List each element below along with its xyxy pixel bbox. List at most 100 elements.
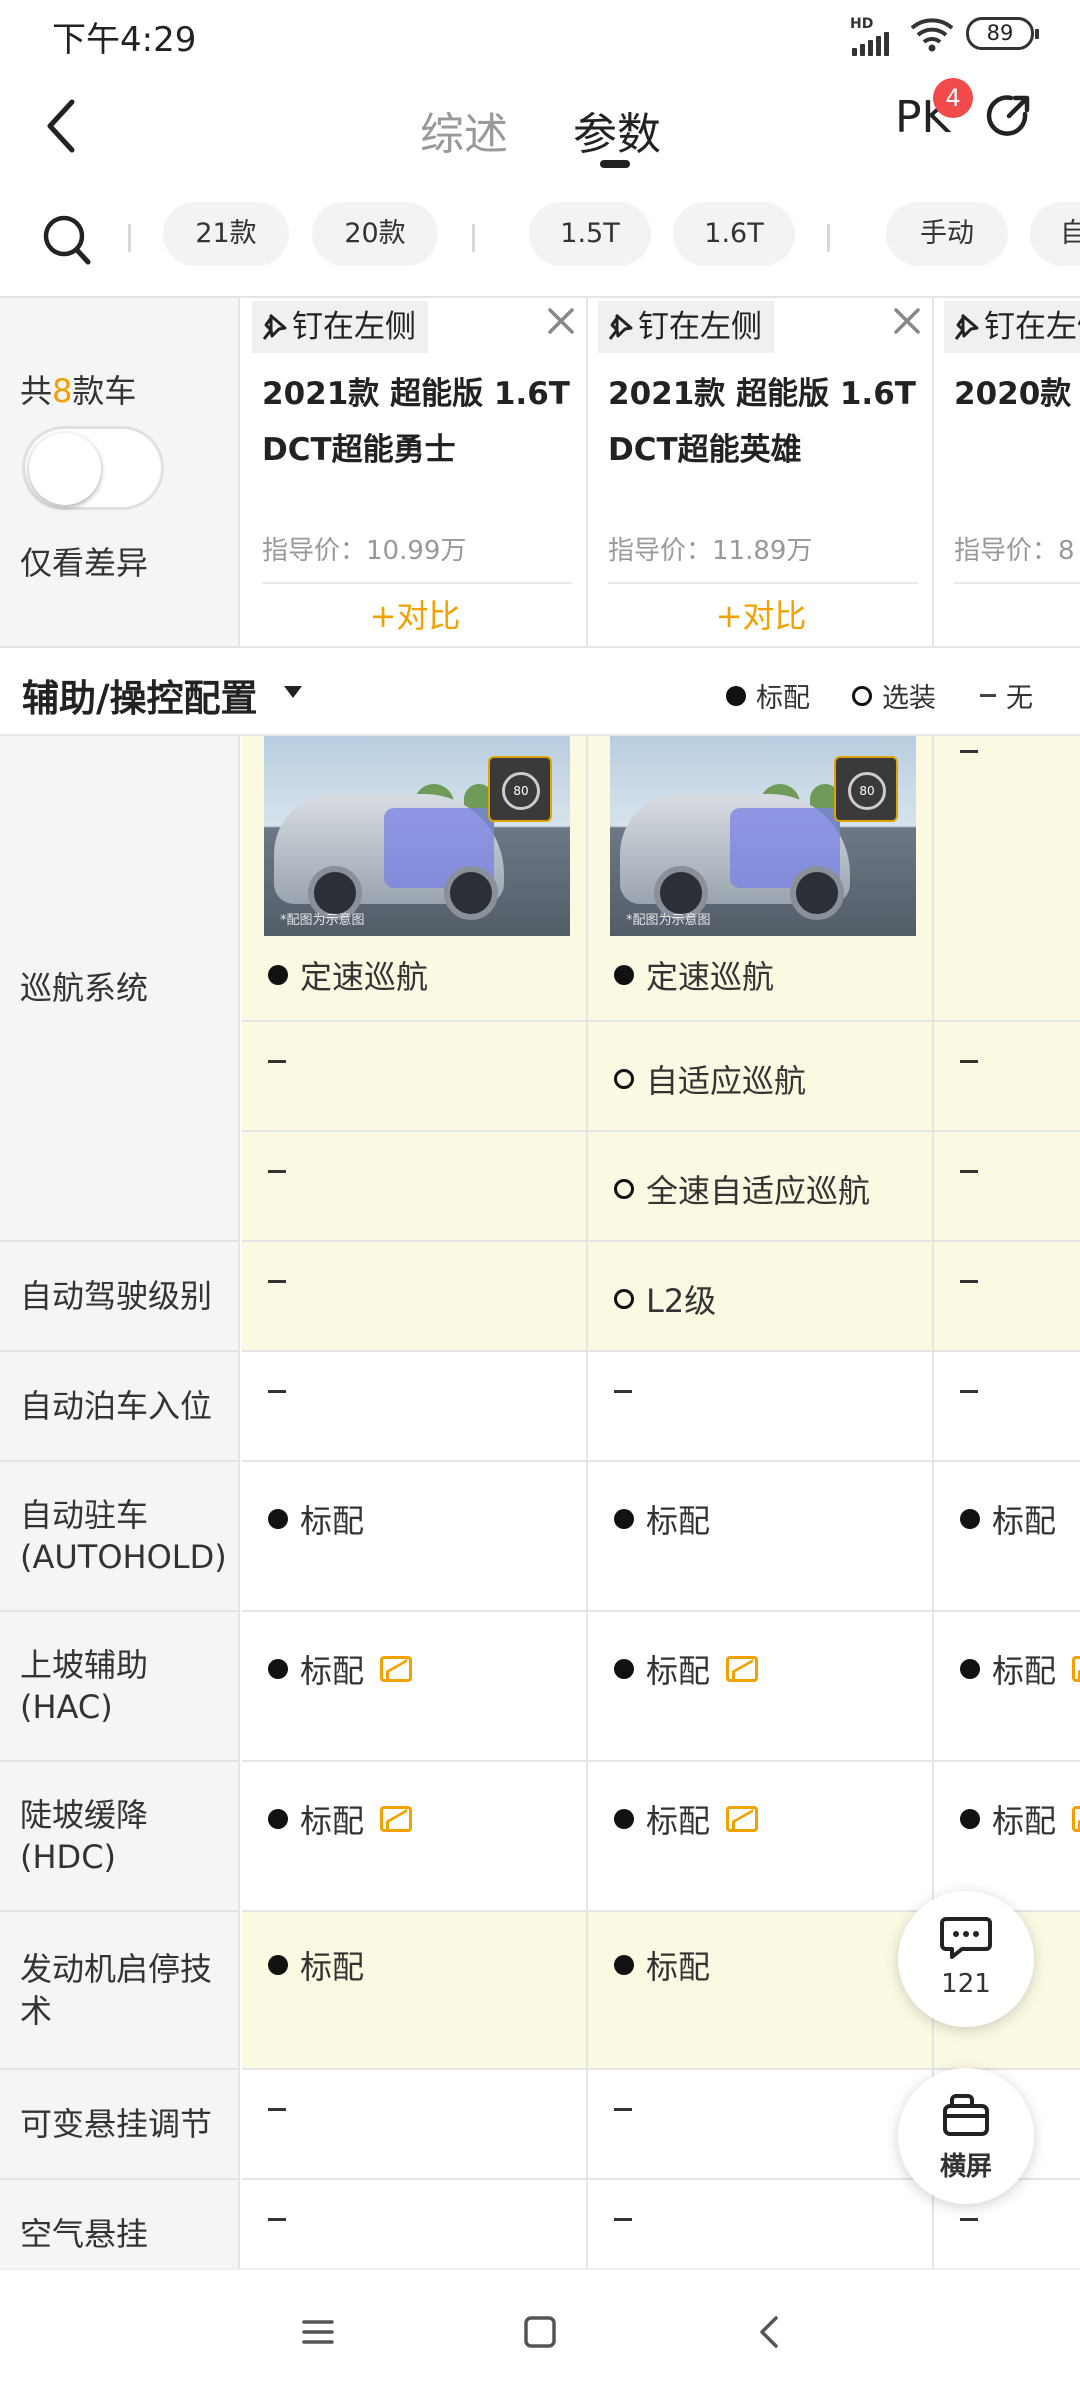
car-count: 共8款车 — [20, 372, 137, 410]
image-icon[interactable] — [1072, 1656, 1080, 1682]
wifi-icon — [910, 18, 954, 52]
standard-dot-icon — [960, 1659, 980, 1679]
caret-down-icon[interactable] — [284, 686, 302, 698]
search-icon[interactable] — [40, 210, 94, 270]
image-caption: *配图为示意图 — [280, 913, 365, 928]
cruise-image[interactable]: 80 *配图为示意图 — [610, 736, 916, 936]
chip-20[interactable]: 20款 — [312, 202, 438, 266]
dash-icon — [960, 1060, 978, 1063]
table-cell: 标配 — [934, 1612, 1080, 1762]
dash-icon — [960, 1280, 978, 1283]
compare-header: 共8款车 仅看差异 钉在左侧 2021款 超能版 1.6T DCT超能勇士 指导… — [0, 296, 1080, 648]
cell-value: 标配 — [268, 1646, 413, 1692]
pin-left-button[interactable]: 钉在左侧 — [252, 301, 428, 353]
table-cell: 标配 — [588, 1762, 934, 1912]
image-icon[interactable] — [1072, 1806, 1080, 1832]
standard-dot-icon — [268, 1659, 288, 1679]
section-header: 辅助/操控配置 标配 选装 无 — [0, 648, 1080, 736]
section-title[interactable]: 辅助/操控配置 — [22, 668, 258, 722]
standard-dot-icon — [268, 1955, 288, 1975]
signal-icon — [852, 32, 889, 56]
back-icon[interactable] — [752, 2314, 788, 2350]
car-title[interactable]: 2020款 1.5T 舒适型 — [954, 366, 1080, 422]
chip-1-6t[interactable]: 1.6T — [673, 202, 795, 266]
table-cell: 标配 — [242, 1912, 588, 2070]
chat-icon — [940, 1917, 992, 1959]
standard-dot-icon — [268, 1509, 288, 1529]
speedometer-icon: 80 — [834, 756, 898, 822]
dash-icon — [268, 1280, 286, 1283]
cell-value: 定速巡航 — [268, 952, 428, 998]
chip-manual[interactable]: 手动 — [886, 202, 1008, 266]
cell-value — [268, 1170, 286, 1173]
table-cell — [242, 1242, 588, 1352]
divider — [128, 224, 131, 252]
cell-value: 标配 — [268, 1496, 364, 1542]
chip-auto[interactable]: 自 — [1030, 202, 1080, 266]
chip-21[interactable]: 21款 — [163, 202, 289, 266]
compare-summary: 共8款车 仅看差异 — [0, 298, 240, 646]
cell-value: 定速巡航 — [614, 952, 774, 998]
dash-icon — [980, 694, 996, 697]
pin-left-button[interactable]: 钉在左侧 — [944, 301, 1080, 353]
table-cell: 标配 — [588, 1462, 934, 1612]
add-compare-button[interactable]: +对比 — [242, 588, 588, 644]
tab-params[interactable]: 参数 — [573, 98, 661, 162]
row-label-air-suspension: 空气悬挂 — [0, 2180, 240, 2268]
pin-icon — [262, 313, 287, 340]
close-icon[interactable] — [890, 304, 924, 338]
add-compare-button[interactable]: +对比 — [588, 588, 934, 644]
cell-value — [960, 2218, 978, 2221]
legend-standard: 标配 — [726, 676, 810, 715]
divider — [954, 582, 1080, 584]
legend-optional: 选装 — [852, 676, 936, 715]
image-icon[interactable] — [380, 1656, 413, 1682]
pin-left-button[interactable]: 钉在左侧 — [598, 301, 774, 353]
car-title[interactable]: 2021款 超能版 1.6T DCT超能勇士 — [262, 366, 572, 478]
back-icon[interactable] — [38, 96, 88, 156]
image-icon[interactable] — [726, 1806, 759, 1832]
chip-1-5t[interactable]: 1.5T — [529, 202, 651, 266]
diff-only-toggle[interactable] — [22, 426, 164, 510]
table-cell — [934, 1132, 1080, 1242]
row-label-autonomy-level: 自动驾驶级别 — [0, 1242, 240, 1352]
cell-value: 标配 — [960, 1496, 1056, 1542]
standard-dot-icon — [614, 1809, 634, 1829]
table-cell: 80 *配图为示意图 定速巡航 — [242, 736, 588, 1022]
speedometer-icon: 80 — [488, 756, 552, 822]
home-icon[interactable] — [522, 2314, 558, 2350]
cell-value: 标配 — [960, 1646, 1080, 1692]
landscape-button[interactable]: 横屏 — [898, 2068, 1034, 2204]
image-icon[interactable] — [726, 1656, 759, 1682]
cell-value: 标配 — [614, 1942, 710, 1988]
divider — [472, 224, 475, 252]
cell-value — [268, 2218, 286, 2221]
cell-value — [614, 1390, 632, 1393]
car-column-3: 钉在左侧 2020款 1.5T 舒适型 指导价：8 + — [934, 298, 1080, 646]
cell-value — [268, 2108, 286, 2111]
spec-table: 巡航系统 80 *配图为示意图 定速巡航 80 *配图为示意图 定速巡航 自适应… — [0, 736, 1080, 2268]
table-cell — [934, 1242, 1080, 1352]
dash-icon — [268, 1060, 286, 1063]
table-cell — [588, 2070, 934, 2180]
add-compare-button[interactable]: + — [934, 588, 1080, 644]
table-cell — [934, 1352, 1080, 1462]
cruise-image[interactable]: 80 *配图为示意图 — [264, 736, 570, 936]
row-label-start-stop: 发动机启停技术 — [0, 1912, 240, 2070]
table-cell: 标配 — [588, 1912, 934, 2070]
menu-icon[interactable] — [300, 2314, 336, 2350]
share-icon[interactable] — [985, 92, 1033, 140]
car-price: 指导价：8 — [954, 536, 1075, 566]
cell-value: 标配 — [960, 1796, 1080, 1842]
dash-icon — [268, 1390, 286, 1393]
table-cell — [934, 1022, 1080, 1132]
close-icon[interactable] — [544, 304, 578, 338]
cell-value: 标配 — [268, 1796, 413, 1842]
comments-button[interactable]: 121 — [898, 1891, 1034, 2027]
tab-overview[interactable]: 综述 — [420, 98, 508, 162]
car-title[interactable]: 2021款 超能版 1.6T DCT超能英雄 — [608, 366, 918, 478]
diff-only-label: 仅看差异 — [20, 544, 149, 582]
standard-dot-icon — [614, 1659, 634, 1679]
image-icon[interactable] — [380, 1806, 413, 1832]
cell-value: 标配 — [614, 1646, 759, 1692]
